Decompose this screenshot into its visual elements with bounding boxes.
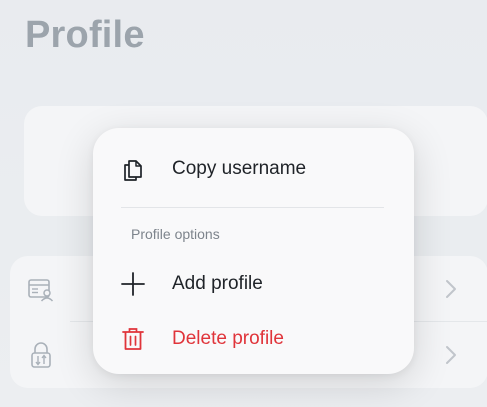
profile-screen: Profile Copy username Profile options Ad… (0, 0, 487, 407)
copy-username-menu-item[interactable]: Copy username (93, 147, 414, 191)
delete-profile-label: Delete profile (172, 328, 284, 349)
delete-profile-menu-item[interactable]: Delete profile (93, 317, 414, 361)
menu-divider (121, 207, 384, 208)
add-profile-label: Add profile (172, 273, 263, 294)
trash-icon (122, 328, 144, 350)
plus-icon (121, 272, 145, 296)
section-header-profile-options: Profile options (131, 226, 220, 242)
copy-icon (124, 160, 142, 181)
profile-context-menu: Copy username Profile options Add profil… (93, 128, 414, 374)
add-profile-menu-item[interactable]: Add profile (93, 262, 414, 306)
copy-username-label: Copy username (172, 158, 307, 179)
